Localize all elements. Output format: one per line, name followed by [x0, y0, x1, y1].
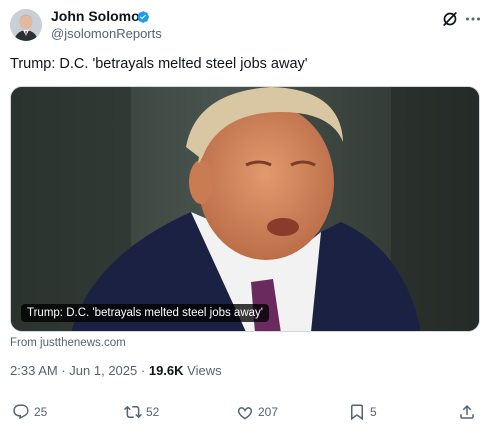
bookmark-icon	[351, 404, 363, 421]
author-name[interactable]: John Solomon	[51, 8, 148, 25]
verified-badge-icon	[137, 11, 149, 23]
like-button[interactable]: 207	[236, 402, 278, 422]
news-photo	[11, 87, 479, 331]
media-caption: Trump: D.C. 'betrayals melted steel jobs…	[21, 304, 269, 322]
reply-count: 25	[34, 405, 48, 419]
views-label: Views	[187, 363, 222, 378]
repost-icon	[124, 405, 142, 419]
views-count: 19.6K	[148, 363, 184, 378]
avatar[interactable]	[10, 9, 42, 41]
tweet-meta: 2:33 AM · Jun 1, 2025 · 19.6K Views	[10, 363, 222, 379]
bookmark-count: 5	[370, 405, 377, 419]
share-icon	[460, 404, 474, 419]
tweet-time[interactable]: 2:33 AM	[10, 363, 58, 378]
reply-icon	[13, 404, 29, 420]
repost-count: 52	[146, 405, 160, 419]
tweet-text: Trump: D.C. 'betrayals melted steel jobs…	[10, 56, 308, 72]
media-card[interactable]: Trump: D.C. 'betrayals melted steel jobs…	[10, 86, 480, 332]
avatar-image	[10, 9, 42, 41]
more-options-icon[interactable]	[464, 10, 482, 28]
repost-button[interactable]: 52	[124, 402, 159, 422]
meta-separator: ·	[140, 363, 146, 378]
heart-icon	[237, 407, 253, 420]
author-handle[interactable]: @jsolomonReports	[51, 26, 162, 42]
tweet-date[interactable]: Jun 1, 2025	[69, 363, 137, 378]
share-button[interactable]	[458, 402, 476, 422]
grok-icon[interactable]	[441, 10, 459, 28]
like-count: 207	[258, 405, 279, 419]
tweet-card: John Solomon @jsolomonReports Trump: D.C…	[0, 0, 484, 428]
bookmark-button[interactable]: 5	[348, 402, 377, 422]
action-bar: 25 52 207 5	[0, 402, 484, 422]
reply-button[interactable]: 25	[12, 402, 47, 422]
link-source[interactable]: From justthenews.com	[10, 336, 126, 350]
meta-separator: ·	[61, 363, 66, 378]
